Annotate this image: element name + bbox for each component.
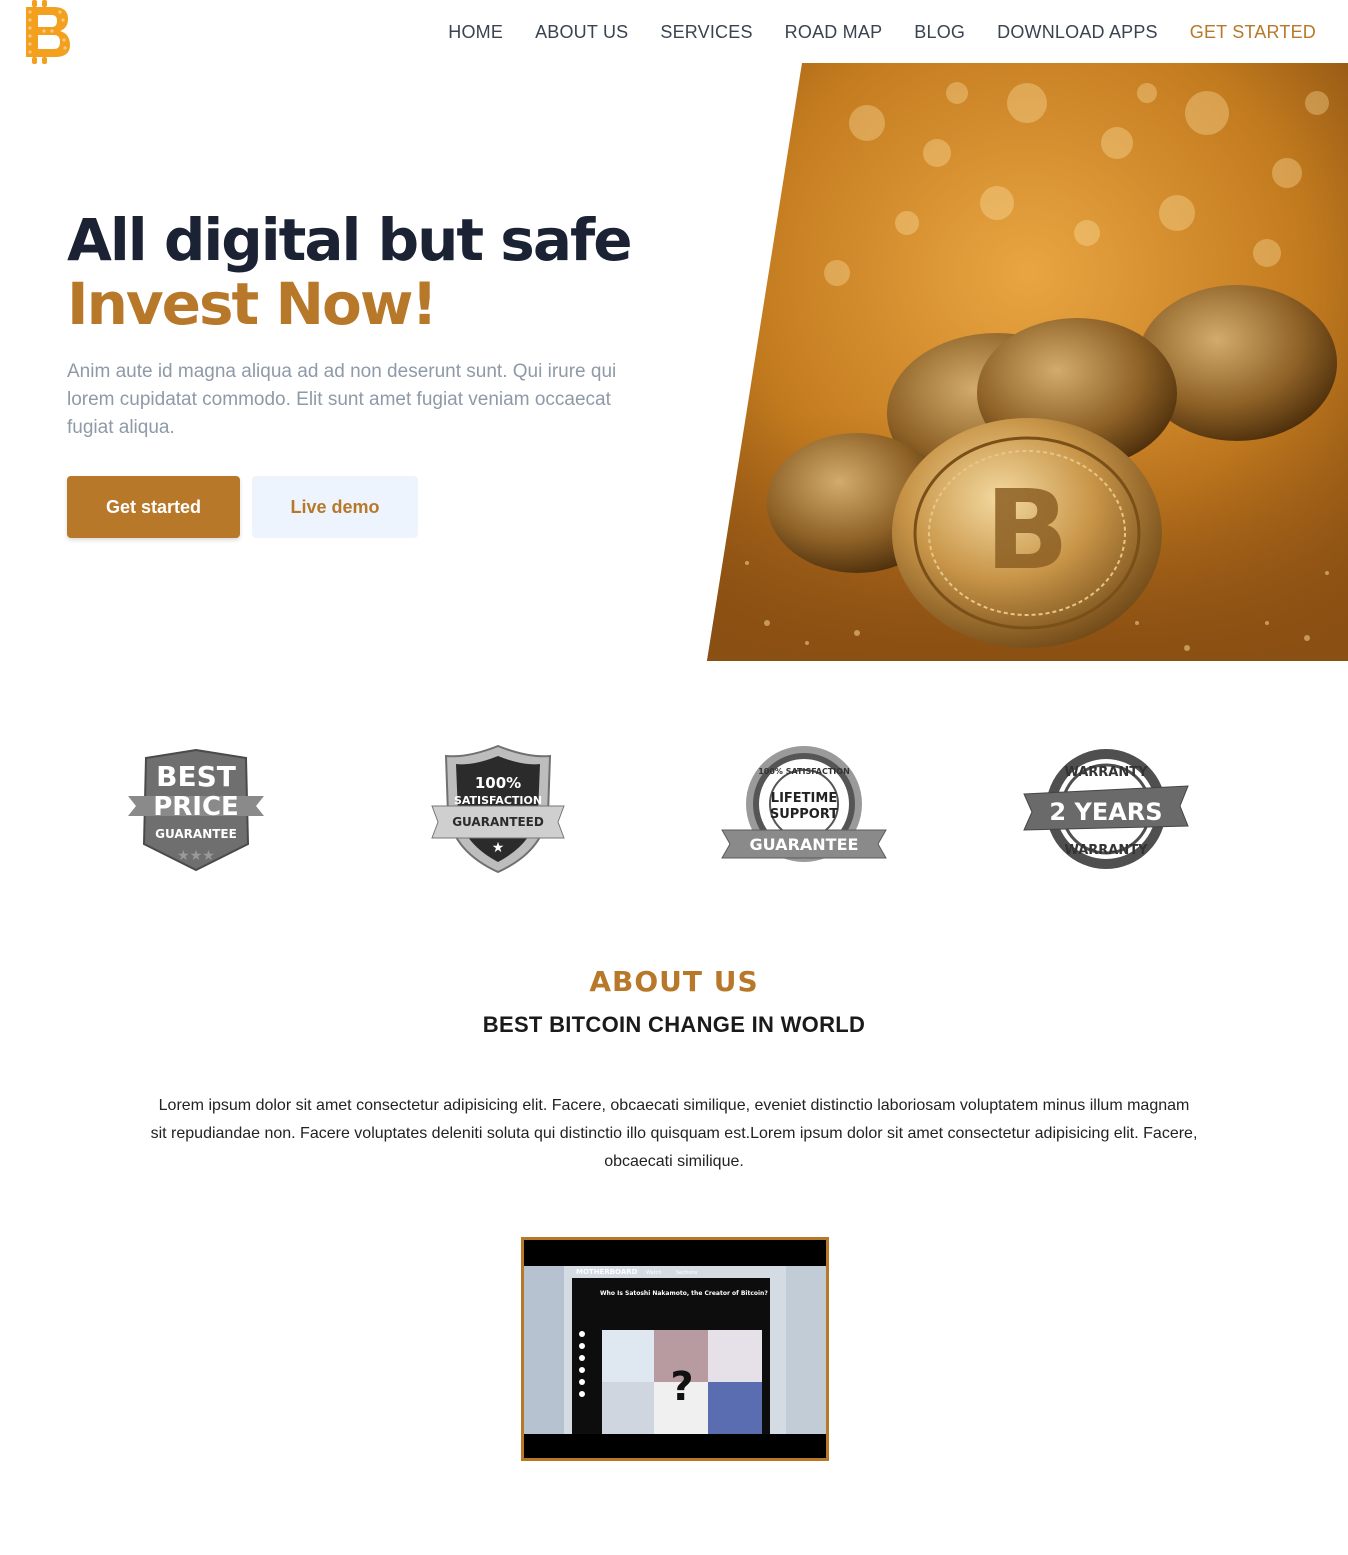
badge-satisfaction-ring-text: 100% SATISFACTION [758, 767, 850, 776]
trust-badges: BEST PRICE GUARANTEE ★★★ 100% SATISFACTI… [0, 740, 1348, 880]
about-subtitle: BEST BITCOIN CHANGE IN WORLD [482, 1012, 866, 1037]
lifetime-support-guarantee-badge: 100% SATISFACTION LIFETIME SUPPORT GUARA… [721, 746, 887, 862]
about-video[interactable]: MOTHERBOARD Watch Sections Who Is Satosh… [521, 1237, 829, 1461]
badge-lifetime-text: LIFETIME [771, 791, 837, 806]
badge-guaranteed-text: GUARANTEED [452, 815, 544, 829]
badge-100-text: 100% [475, 774, 521, 792]
badge-warranty-bottom-text: WARRANTY [1064, 843, 1148, 858]
badge-support-text: SUPPORT [770, 807, 838, 822]
badge-star: ★ [492, 840, 505, 856]
badge-stars: ★★★ [177, 848, 215, 864]
get-started-button[interactable]: Get started [67, 476, 240, 538]
best-price-guarantee-badge: BEST PRICE GUARANTEE ★★★ [128, 748, 264, 872]
svg-text:B: B [985, 466, 1069, 594]
nav-services[interactable]: SERVICES [660, 20, 752, 44]
two-years-warranty-badge: WARRANTY 2 YEARS WARRANTY [1023, 749, 1189, 869]
about-body: Lorem ipsum dolor sit amet consectetur a… [150, 1097, 1198, 1170]
badge-guarantee2-text: GUARANTEE [750, 835, 859, 854]
video-headline: Who Is Satoshi Nakamoto, the Creator of … [600, 1290, 768, 1297]
badge-guarantee-text: GUARANTEE [155, 827, 237, 841]
nav-download-apps[interactable]: DOWNLOAD APPS [997, 20, 1158, 44]
hero-title: All digital but safe [67, 206, 633, 274]
live-demo-button[interactable]: Live demo [252, 476, 418, 538]
badge-price-text: PRICE [153, 792, 239, 822]
hero-buttons: Get started Live demo [67, 476, 667, 538]
video-site-name: MOTHERBOARD [576, 1268, 638, 1276]
video-menu-watch: Watch [646, 1270, 662, 1276]
hero-title-accent: Invest Now! [67, 270, 438, 338]
gold-bitcoin-coins-image: B [707, 63, 1348, 661]
hero-image: B [707, 63, 1348, 661]
top-navbar: HOME ABOUT US SERVICES ROAD MAP BLOG DOW… [0, 0, 1348, 64]
badge-satisfaction-text: SATISFACTION [454, 794, 542, 807]
nav-home[interactable]: HOME [448, 20, 503, 44]
hero-description: Anim aute id magna aliqua ad ad non dese… [67, 361, 617, 438]
hero-text: All digital but safe Invest Now! Anim au… [67, 208, 667, 538]
nav-road-map[interactable]: ROAD MAP [785, 20, 883, 44]
nav-blog[interactable]: BLOG [914, 20, 965, 44]
question-mark-icon: ? [670, 1364, 693, 1410]
badge-2-years-text: 2 YEARS [1049, 798, 1162, 826]
about-title: ABOUT US [589, 965, 759, 998]
nav-links: HOME ABOUT US SERVICES ROAD MAP BLOG DOW… [416, 20, 1316, 44]
nav-get-started[interactable]: GET STARTED [1190, 20, 1316, 44]
badge-best-text: BEST [156, 760, 236, 793]
satisfaction-guaranteed-shield-badge: 100% SATISFACTION GUARANTEED ★ [431, 744, 565, 874]
bitcoin-logo-icon[interactable] [22, 0, 74, 64]
nav-about-us[interactable]: ABOUT US [535, 20, 628, 44]
video-menu-sections: Sections [676, 1270, 698, 1276]
video-thumbnail: MOTHERBOARD Watch Sections Who Is Satosh… [524, 1240, 826, 1458]
badge-warranty-top-text: WARRANTY [1064, 765, 1148, 780]
